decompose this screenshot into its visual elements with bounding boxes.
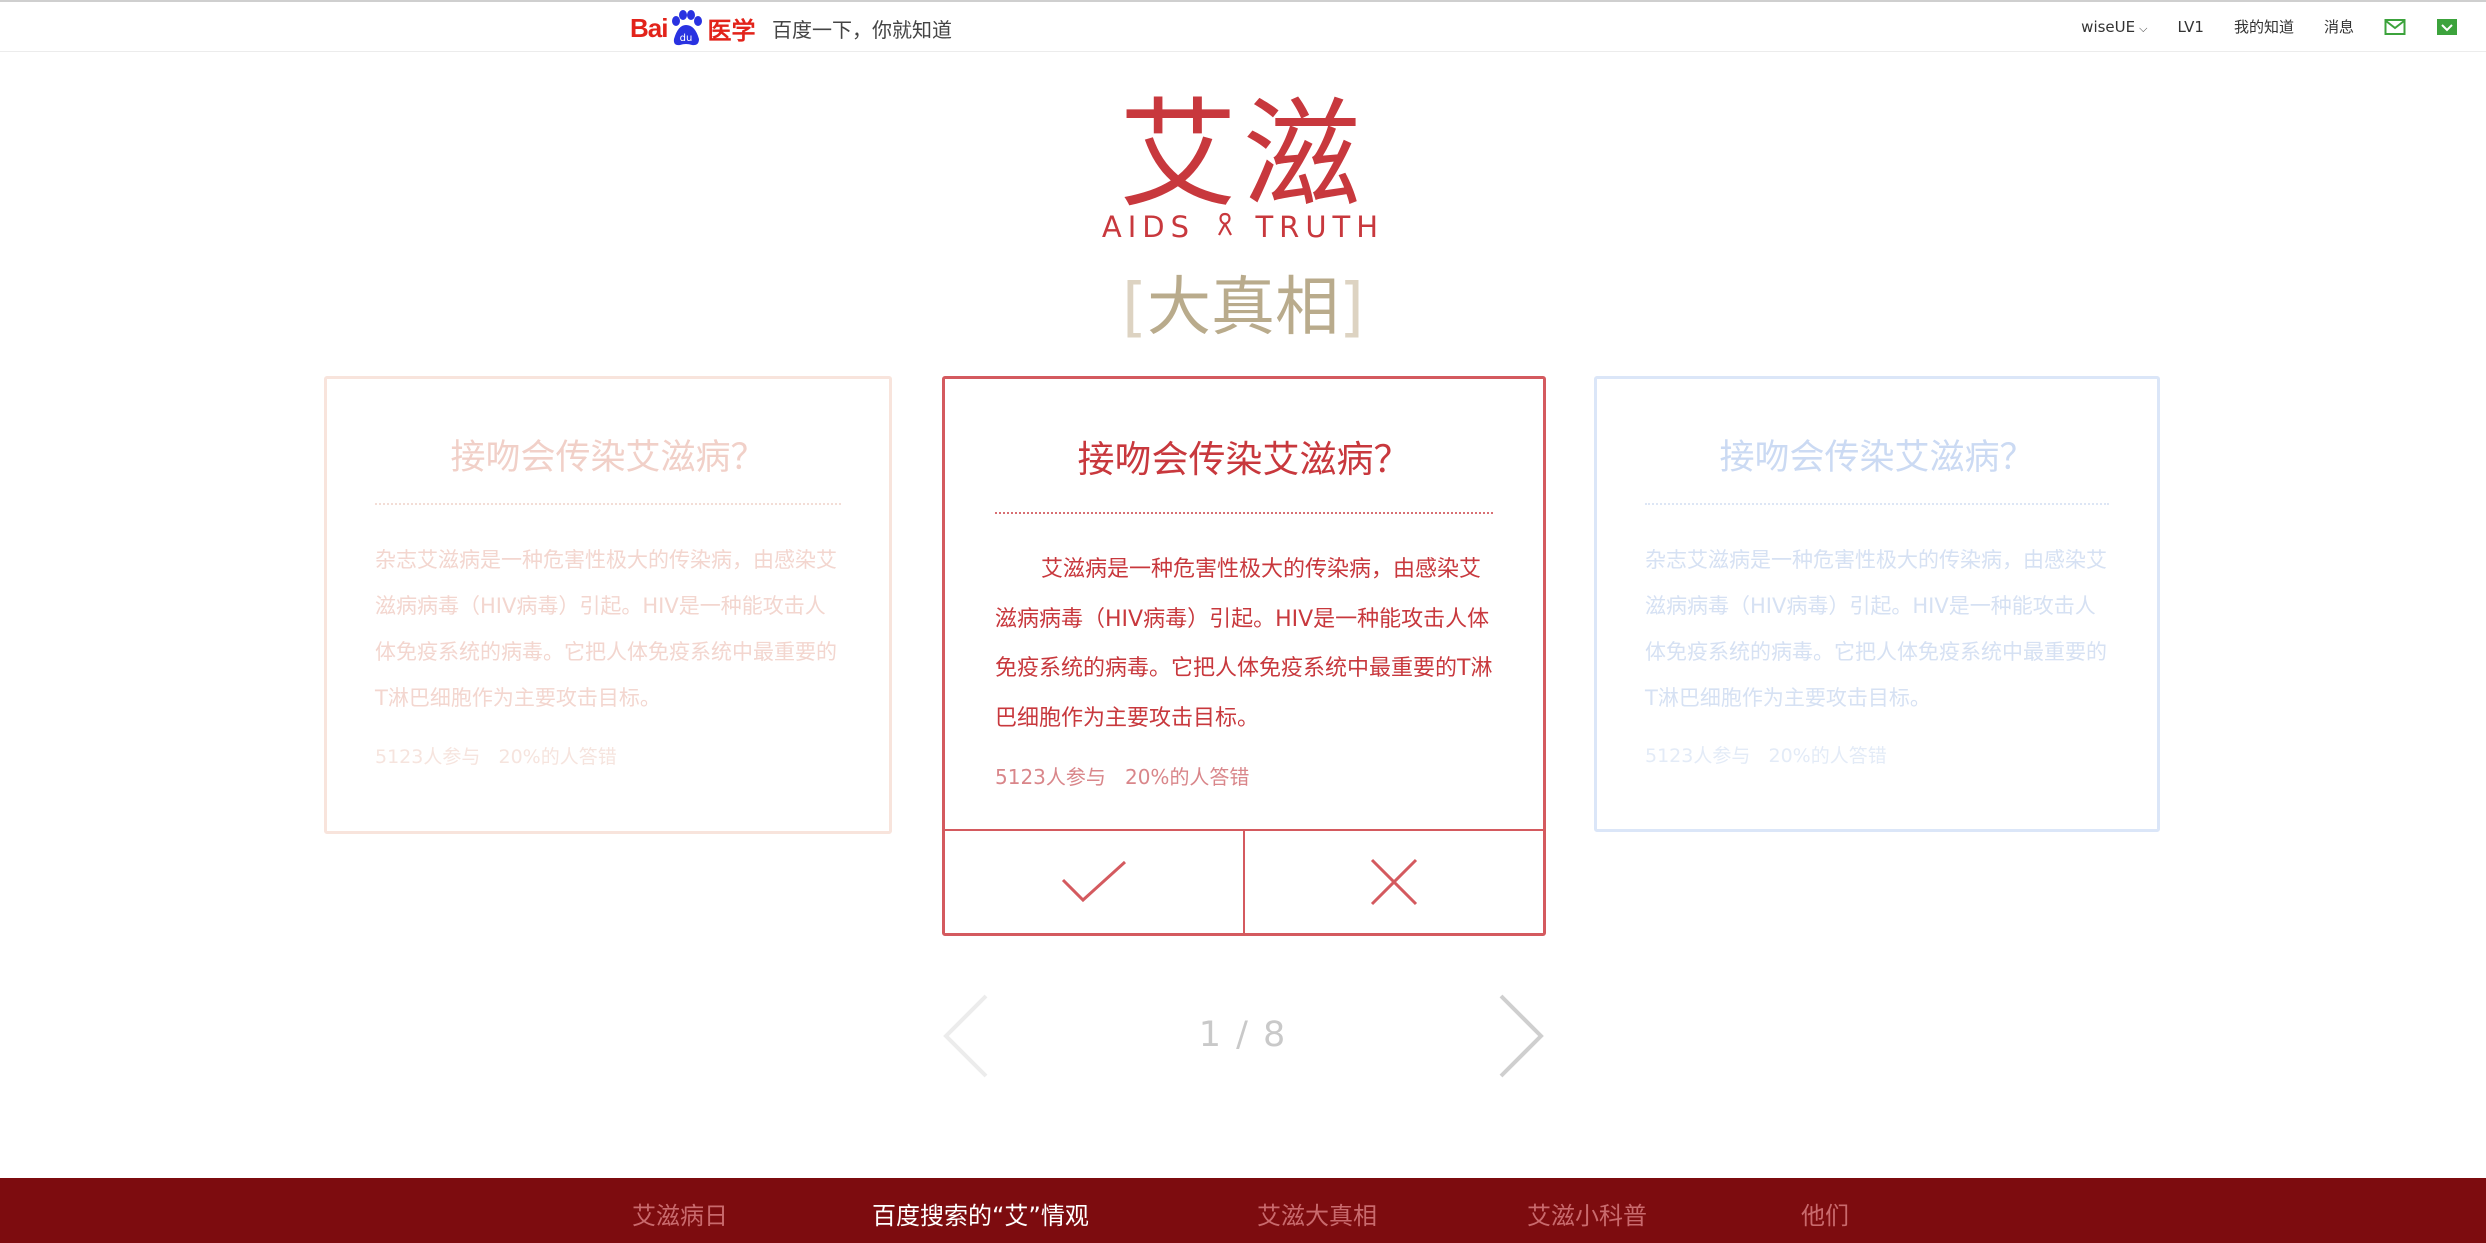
wrong-rate: 20%的人答错: [1124, 765, 1250, 789]
aids-ribbon-icon: [1218, 212, 1233, 236]
logo-text-du: du: [680, 33, 693, 44]
page-current: 1: [1198, 1015, 1223, 1055]
question-card-current: 接吻会传染艾滋病？ 艾滋病是一种危害性极大的传染病，由感染艾滋病病毒（HIV病毒…: [942, 376, 1546, 936]
card-question: 接吻会传染艾滋病？: [450, 438, 766, 478]
participants-count: 5123人参与: [375, 746, 481, 768]
footer-tab-search-view[interactable]: 百度搜索的“艾”情观: [872, 1196, 1089, 1231]
answer-actions: [945, 829, 1543, 933]
download-icon[interactable]: [2436, 18, 2458, 36]
user-level[interactable]: LV1: [2177, 18, 2204, 36]
messages-link[interactable]: 消息: [2324, 16, 2354, 37]
tag-text: 大真相: [1147, 271, 1339, 345]
username: wiseUE: [2081, 17, 2136, 36]
check-icon: [1061, 860, 1127, 903]
page-total: 8: [1263, 1015, 1288, 1055]
card-answer-text: 杂志艾滋病是一种危害性极大的传染病，由感染艾滋病病毒（HIV病毒）引起。HIV是…: [375, 548, 837, 710]
subtitle-truth: TRUTH: [1255, 210, 1385, 244]
card-answer-text: 艾滋病是一种危害性极大的传染病，由感染艾滋病病毒（HIV病毒）引起。HIV是一种…: [995, 557, 1493, 731]
wrong-rate: 20%的人答错: [498, 746, 617, 768]
footer-nav: 艾滋病日 百度搜索的“艾”情观 艾滋大真相 艾滋小科普 他们: [0, 1178, 2486, 1243]
hero-subtitle: AIDS TRUTH: [0, 210, 2486, 244]
footer-tabs: 艾滋病日 百度搜索的“艾”情观 艾滋大真相 艾滋小科普 他们: [0, 1178, 2486, 1243]
tag-bracket-open: [: [1122, 271, 1147, 345]
answer-true-button[interactable]: [945, 831, 1243, 933]
participants-count: 5123人参与: [1645, 745, 1751, 767]
page-separator: /: [1222, 1015, 1264, 1055]
logo-text-bai: Bai: [630, 12, 668, 43]
card-stats: 5123人参与 20%的人答错: [375, 742, 617, 769]
logo-text-medicine: 医学: [707, 17, 756, 45]
footer-tab-aids-day[interactable]: 艾滋病日: [632, 1196, 728, 1231]
question-card-prev[interactable]: 接吻会传染艾滋病？ 杂志艾滋病是一种危害性极大的传染病，由感染艾滋病病毒（HIV…: [324, 376, 892, 834]
footer-tab-them[interactable]: 他们: [1801, 1196, 1849, 1231]
paw-icon: du: [672, 10, 703, 46]
wrong-rate: 20%的人答错: [1768, 745, 1887, 767]
close-icon: [1370, 858, 1418, 906]
footer-tab-truth[interactable]: 艾滋大真相: [1257, 1196, 1377, 1231]
tag-bracket-close: ]: [1339, 271, 1364, 345]
card-stats: 5123人参与 20%的人答错: [1645, 741, 1887, 768]
card-divider: [995, 512, 1493, 514]
my-zhidao-link[interactable]: 我的知道: [2234, 16, 2294, 37]
top-bar: Bai du 医学 百度一下，你就知道 wiseUE ⌵ LV1 我的知道 消息: [0, 0, 2486, 52]
question-card-next[interactable]: 接吻会传染艾滋病？ 杂志艾滋病是一种危害性极大的传染病，由感染艾滋病病毒（HIV…: [1594, 376, 2160, 832]
card-question: 接吻会传染艾滋病？: [1077, 438, 1411, 481]
answer-false-button[interactable]: [1243, 831, 1543, 933]
slogan-link[interactable]: 百度一下，你就知道: [772, 14, 952, 43]
subtitle-aids: AIDS: [1101, 210, 1196, 244]
hero-title: 艾滋: [1118, 86, 1367, 224]
participants-count: 5123人参与: [995, 765, 1106, 789]
card-divider: [375, 503, 841, 505]
footer-tab-science[interactable]: 艾滋小科普: [1527, 1196, 1647, 1231]
chevron-down-icon: ⌵: [2139, 21, 2148, 35]
user-nav: wiseUE ⌵ LV1 我的知道 消息: [2051, 16, 2458, 37]
next-arrow-icon[interactable]: [1497, 994, 1547, 1078]
card-answer-text: 杂志艾滋病是一种危害性极大的传染病，由感染艾滋病病毒（HIV病毒）引起。HIV是…: [1645, 548, 2107, 710]
card-question: 接吻会传染艾滋病？: [1719, 438, 2035, 478]
hero-tag: [大真相]: [0, 256, 2486, 348]
card-stats: 5123人参与 20%的人答错: [995, 761, 1249, 790]
mail-icon[interactable]: [2384, 18, 2406, 36]
baidu-medicine-logo[interactable]: Bai du 医学: [630, 8, 755, 48]
page-indicator: 1 / 8: [0, 1015, 2486, 1055]
card-divider: [1645, 503, 2109, 505]
user-menu[interactable]: wiseUE ⌵: [2081, 18, 2147, 36]
